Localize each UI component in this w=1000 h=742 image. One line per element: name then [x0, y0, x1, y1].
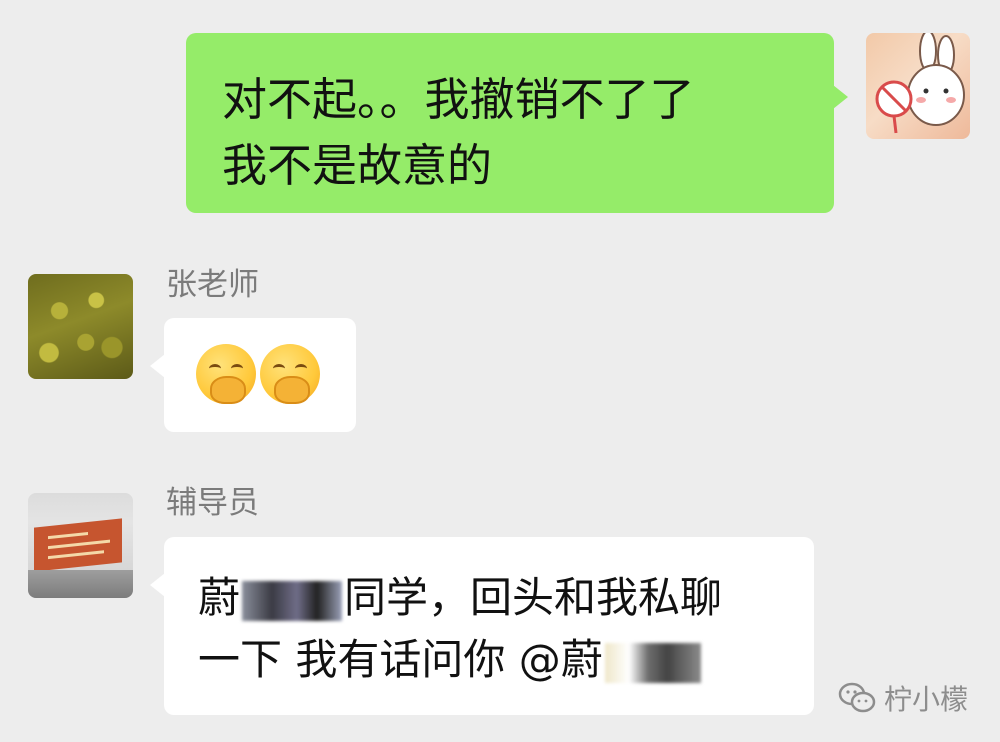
message-text-segment: 蔚 [198, 573, 241, 622]
outgoing-message-text: 对不起。。我撤销不了了 我不是故意的 [222, 73, 695, 192]
sender-name: 辅导员 [166, 485, 259, 521]
incoming-emoji-bubble[interactable] [150, 318, 356, 432]
sender-avatar-zhang[interactable] [28, 274, 133, 379]
wechat-icon [838, 682, 876, 714]
message-text-segment: 一下 我有话问你 @蔚 [198, 635, 603, 684]
incoming-message-text: 蔚 同学，回头和我私聊 一下 我有话问你 @蔚 [198, 567, 814, 691]
watermark-text: 柠小檬 [883, 683, 968, 716]
watermark: 柠小檬 [838, 678, 968, 718]
sender-avatar-counselor[interactable] [28, 493, 133, 598]
incoming-message-bubble[interactable]: 蔚 同学，回头和我私聊 一下 我有话问你 @蔚 [150, 537, 814, 715]
face-with-hand-over-mouth-icon [196, 344, 256, 404]
face-with-hand-over-mouth-icon [260, 344, 320, 404]
redacted-name-blur [604, 642, 701, 683]
outgoing-message-bubble[interactable]: 对不起。。我撤销不了了 我不是故意的 [186, 33, 848, 213]
redacted-name-blur [242, 580, 343, 621]
my-avatar[interactable] [866, 33, 970, 139]
rabbit-avatar-icon [875, 33, 965, 134]
message-text-segment: 同学，回头和我私聊 [344, 573, 723, 622]
signboard-image [34, 518, 122, 572]
chat-window: 对不起。。我撤销不了了 我不是故意的 张老师 辅导员 蔚 同学，回头和我私聊 一… [0, 0, 1000, 742]
sender-name: 张老师 [166, 267, 259, 303]
